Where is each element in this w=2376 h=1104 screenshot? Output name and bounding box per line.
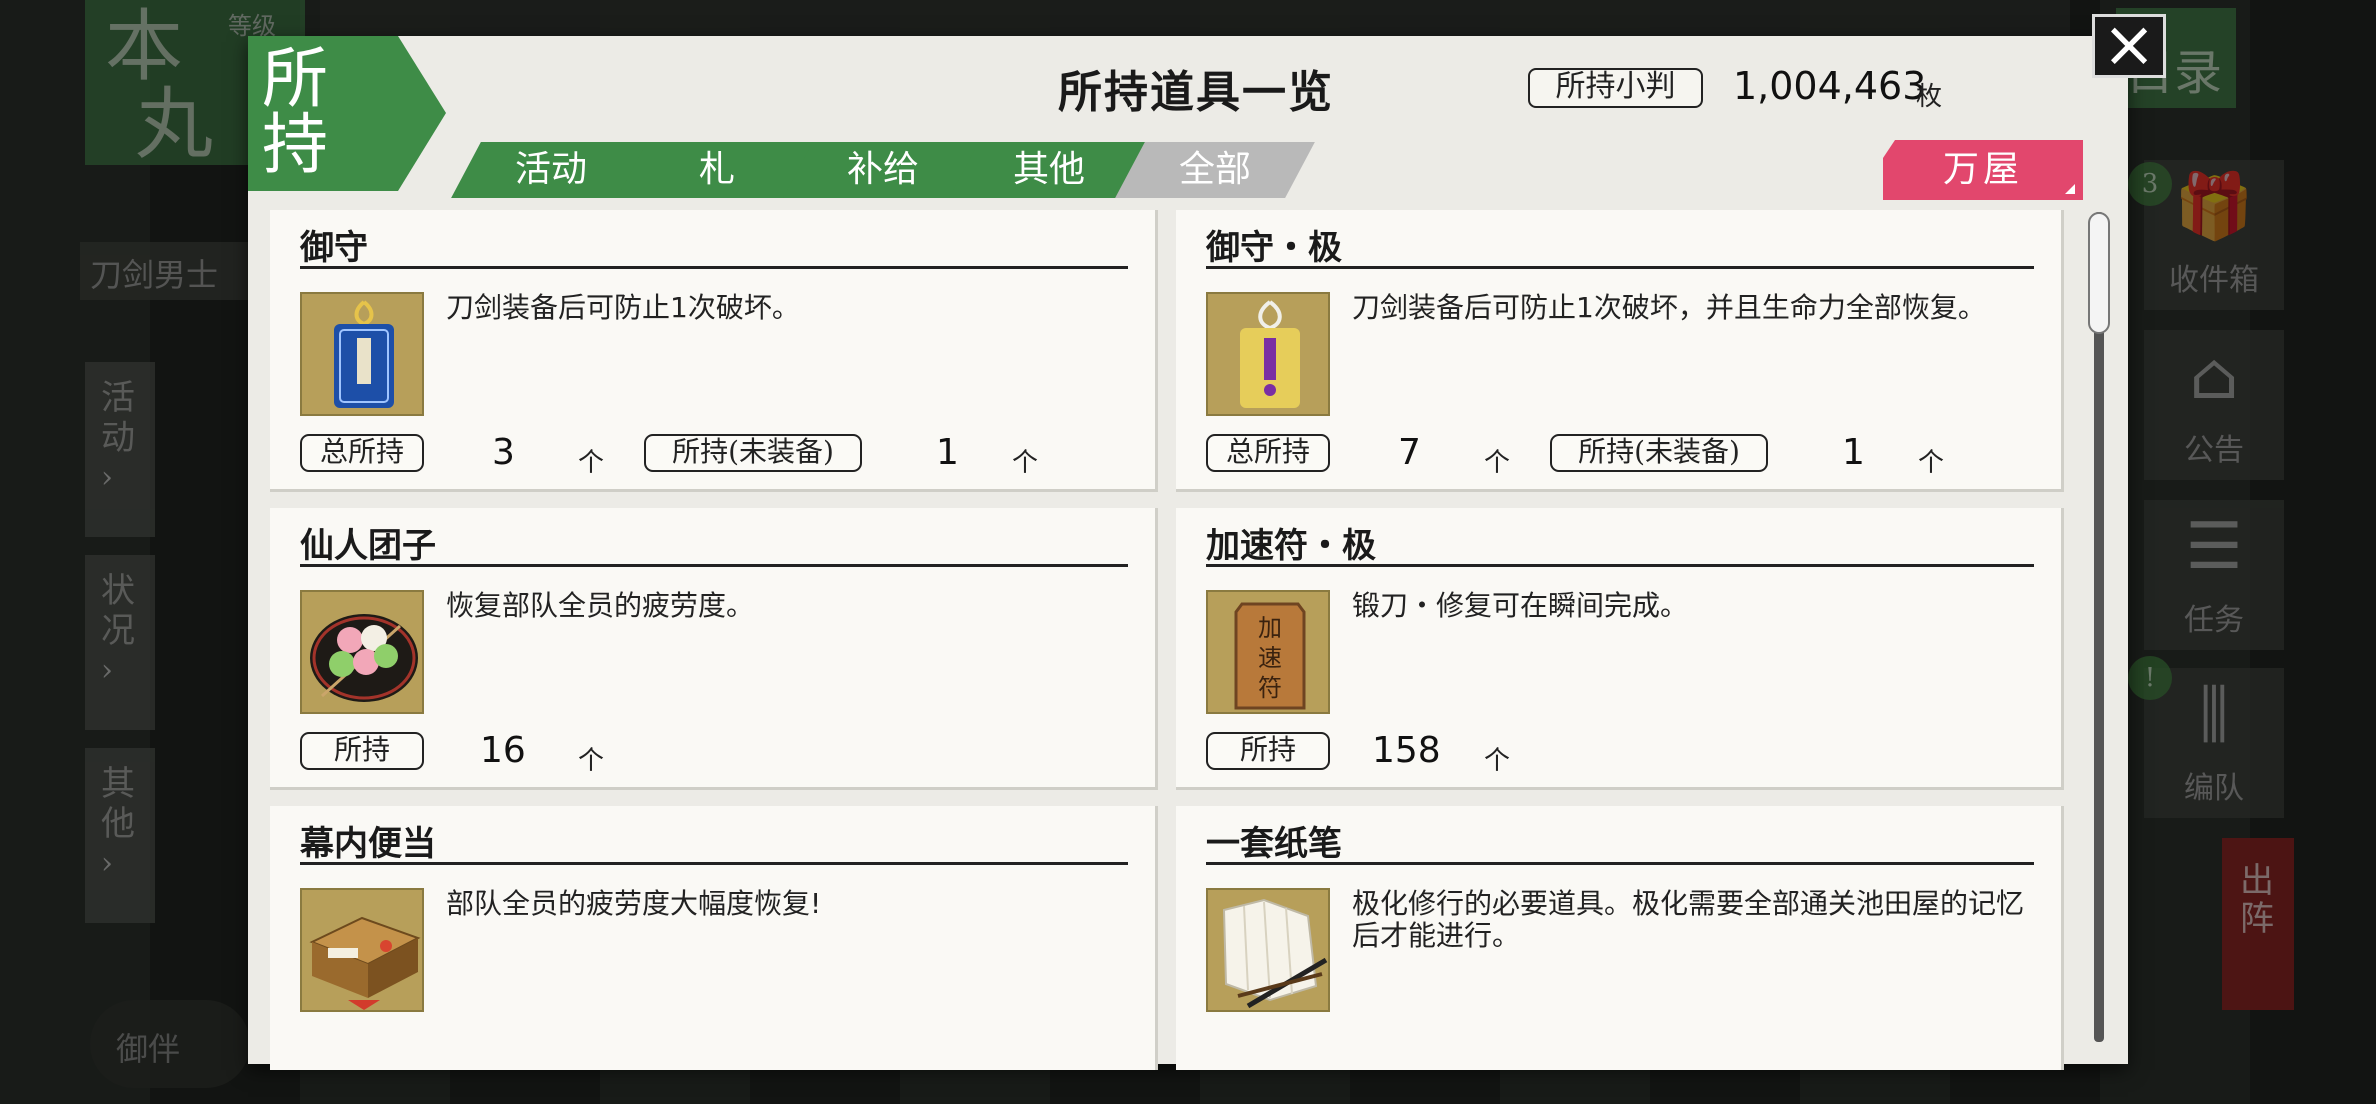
item-description: 刀剑装备后可防止1次破坏，并且生命力全部恢复。: [1352, 291, 1986, 324]
item-card: 一套纸笔 极化修行的必要道具。极化需要全部通关池田屋的记忆后才能进行。: [1176, 806, 2064, 1070]
count-unit: 个: [1918, 448, 1945, 478]
held-label: 所持: [1206, 732, 1330, 770]
charm-glyph: 符: [1258, 674, 1282, 702]
item-name: 加速符・极: [1206, 526, 1376, 566]
charm-glyph: 加: [1258, 614, 1282, 642]
item-description: 刀剑装备后可防止1次破坏。: [446, 291, 800, 324]
divider: [300, 266, 1128, 269]
item-name: 仙人团子: [300, 526, 436, 566]
koban-value: 1,004,463: [1733, 64, 1927, 108]
item-list[interactable]: 御守 刀剑装备后可防止1次破坏。 总所持 3 个 所持(未装备) 1 个 御守・…: [270, 210, 2090, 1070]
total-held-label: 总所持: [300, 434, 424, 472]
divider: [300, 862, 1128, 865]
divider: [300, 564, 1128, 567]
item-card: 御守 刀剑装备后可防止1次破坏。 总所持 3 个 所持(未装备) 1 个: [270, 210, 1158, 492]
scrollbar-track[interactable]: [2094, 212, 2104, 1042]
unequipped-label: 所持(未装备): [644, 434, 862, 472]
unequipped-label: 所持(未装备): [1550, 434, 1768, 472]
item-description: 极化修行的必要道具。极化需要全部通关池田屋的记忆后才能进行。: [1352, 887, 2025, 952]
item-name: 御守・极: [1206, 228, 1342, 268]
bento-icon: [300, 888, 424, 1012]
total-held-count: 3: [492, 432, 515, 473]
held-count: 16: [480, 730, 526, 771]
speed-charm-icon: 加 速 符: [1206, 590, 1330, 714]
inventory-modal: 所 持 所持道具一览 所持小判 1,004,463 枚 活动 札 补给 其他 全…: [248, 36, 2128, 1070]
divider: [1206, 862, 2034, 865]
item-card: 加速符・极 加 速 符 锻刀・修复可在瞬间完成。 所持 158 个: [1176, 508, 2064, 790]
koban-label: 所持小判: [1528, 68, 1703, 108]
charm-glyph: 速: [1258, 644, 1282, 672]
item-description: 部队全员的疲劳度大幅度恢复!: [446, 887, 822, 920]
scrollbar-thumb[interactable]: [2088, 212, 2110, 334]
held-label: 所持: [300, 732, 424, 770]
item-card: 御守・极 刀剑装备后可防止1次破坏，并且生命力全部恢复。 总所持 7 个 所持(…: [1176, 210, 2064, 492]
count-unit: 个: [578, 746, 605, 776]
unequipped-count: 1: [1842, 432, 1865, 473]
omamori-blue-icon: [300, 292, 424, 416]
held-count: 158: [1372, 730, 1441, 771]
inventory-corner-tag: 所 持: [248, 36, 446, 191]
dango-icon: [300, 590, 424, 714]
close-button[interactable]: ×: [2092, 13, 2166, 78]
count-unit: 个: [1484, 448, 1511, 478]
shop-button[interactable]: 万屋: [1883, 140, 2083, 200]
item-name: 幕内便当: [300, 824, 436, 864]
omamori-gold-icon: [1206, 292, 1330, 416]
total-held-count: 7: [1398, 432, 1421, 473]
item-card: 幕内便当 部队全员的疲劳度大幅度恢复!: [270, 806, 1158, 1070]
count-unit: 个: [1012, 448, 1039, 478]
count-unit: 个: [578, 448, 605, 478]
paper-brush-icon: [1206, 888, 1330, 1012]
unequipped-count: 1: [936, 432, 959, 473]
item-card: 仙人团子 恢复部队全员的疲劳度。 所持 16 个: [270, 508, 1158, 790]
item-description: 锻刀・修复可在瞬间完成。: [1352, 589, 1689, 622]
item-name: 御守: [300, 228, 368, 268]
divider: [1206, 266, 2034, 269]
item-name: 一套纸笔: [1206, 824, 1342, 864]
count-unit: 个: [1484, 746, 1511, 776]
divider: [1206, 564, 2034, 567]
total-held-label: 总所持: [1206, 434, 1330, 472]
tab-all[interactable]: 全部: [1115, 142, 1315, 198]
item-description: 恢复部队全员的疲劳度。: [446, 589, 755, 622]
koban-unit: 枚: [1916, 82, 1943, 112]
